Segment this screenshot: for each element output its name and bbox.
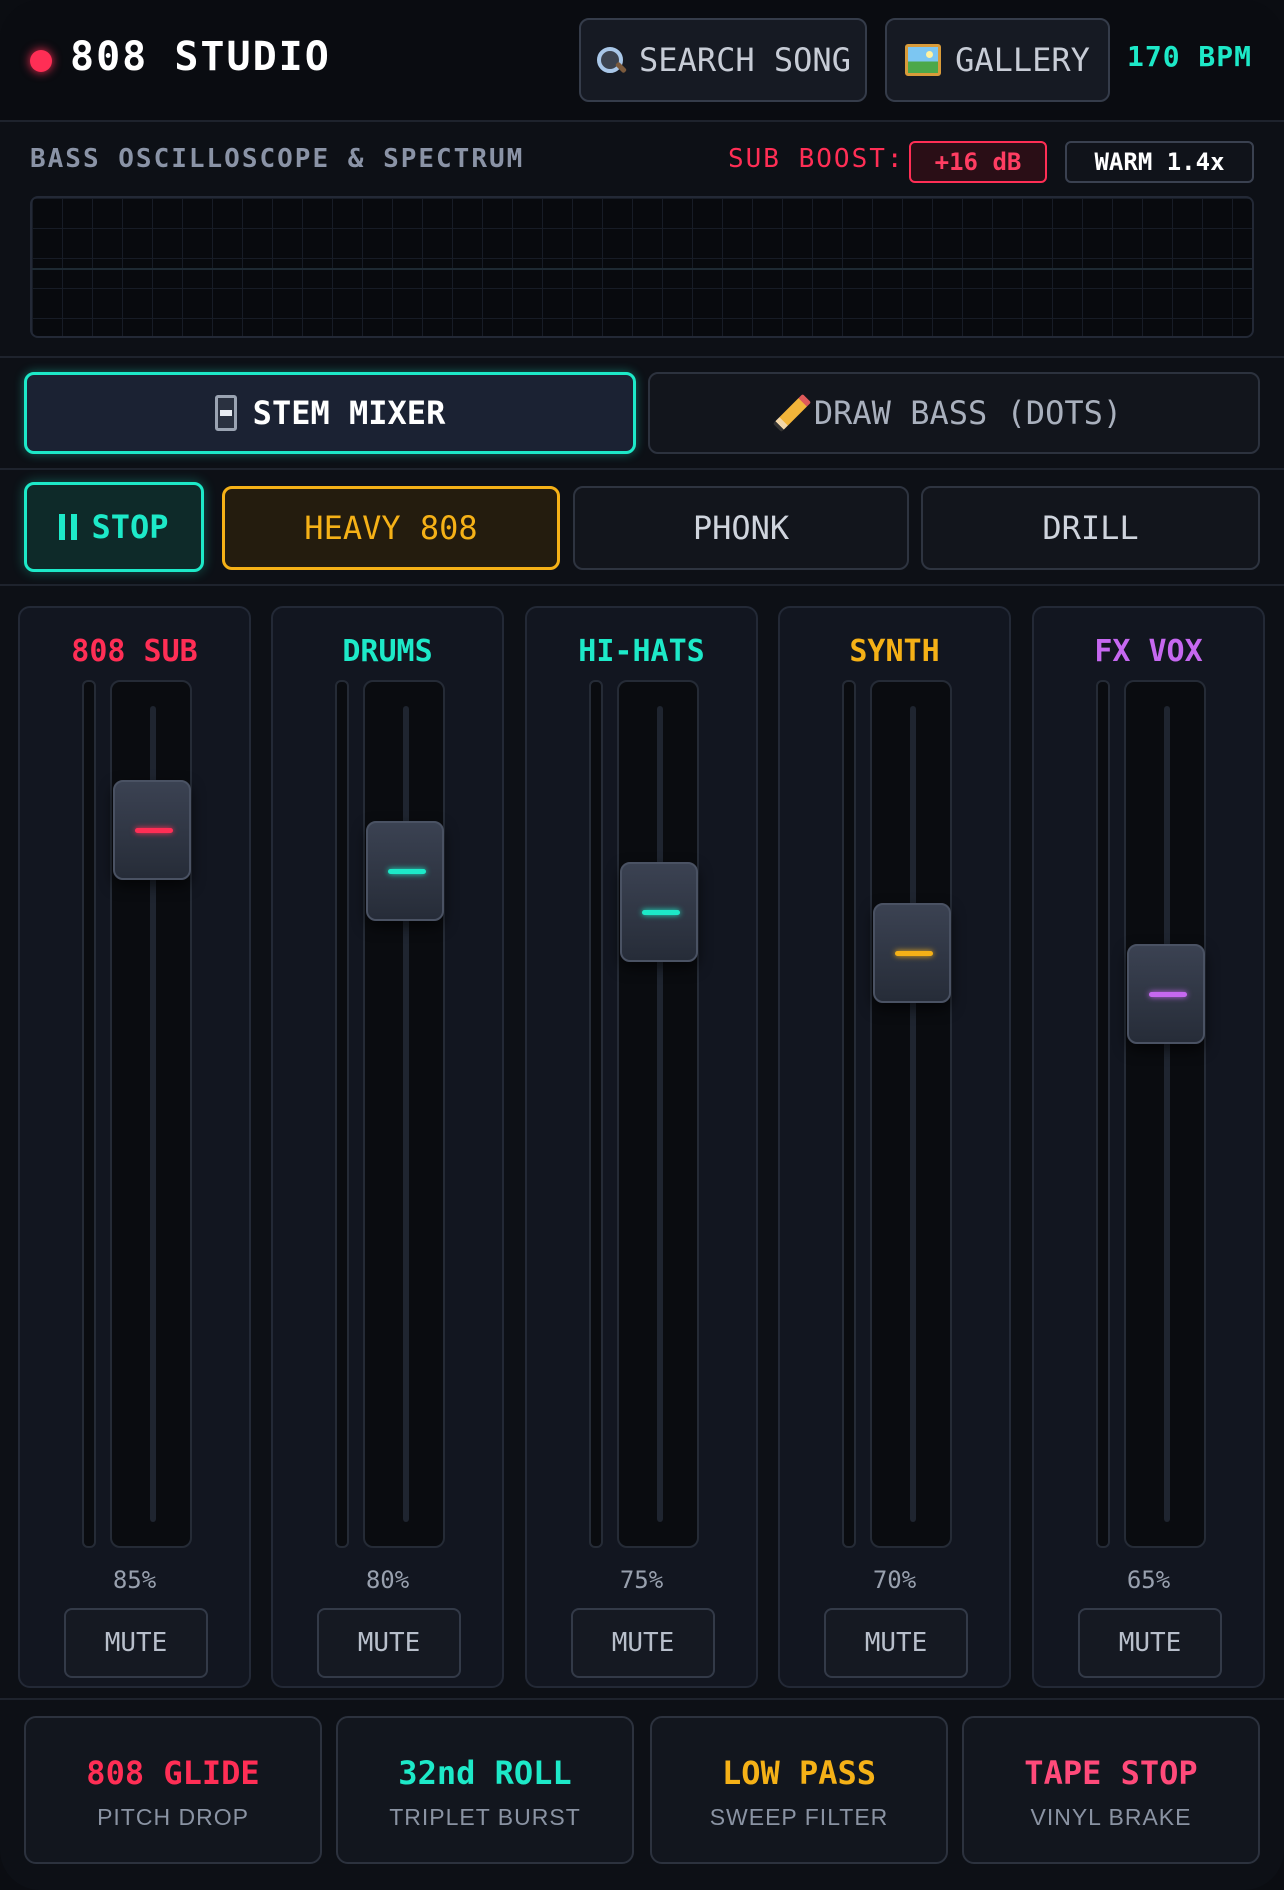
channel-strip: DRUMS 80% MUTE [271, 606, 504, 1688]
bpm-display: 170 BPM [1127, 40, 1253, 73]
fader-rail [910, 706, 916, 1522]
volume-fader-track[interactable] [110, 680, 192, 1548]
volume-fader-track[interactable] [363, 680, 445, 1548]
oscilloscope-label: BASS OSCILLOSCOPE & SPECTRUM [30, 144, 525, 174]
fx-pad[interactable]: 32nd ROLL TRIPLET BURST [336, 1716, 634, 1864]
magnifier-icon [595, 45, 625, 75]
fx-pad[interactable]: LOW PASS SWEEP FILTER [650, 1716, 948, 1864]
header: 808 STUDIO SEARCH SONG GALLERY 170 BPM [0, 0, 1284, 122]
tab-stem-mixer[interactable]: STEM MIXER [24, 372, 636, 454]
stop-button[interactable]: STOP [24, 482, 204, 572]
fx-pad[interactable]: TAPE STOP VINYL BRAKE [962, 1716, 1260, 1864]
fx-pad-title: LOW PASS [721, 1754, 877, 1792]
mute-button[interactable]: MUTE [317, 1608, 461, 1678]
fx-pad-subtitle: SWEEP FILTER [709, 1804, 889, 1830]
mute-button[interactable]: MUTE [824, 1608, 968, 1678]
volume-fader-track[interactable] [870, 680, 952, 1548]
volume-fader-knob[interactable] [620, 862, 698, 962]
channel-strip: SYNTH 70% MUTE [778, 606, 1011, 1688]
fader-rail [1164, 706, 1170, 1522]
preset-bar: STOP HEAVY 808 PHONK DRILL [0, 472, 1284, 586]
pencil-icon [772, 393, 811, 433]
channel-level-value: 75% [619, 1566, 664, 1594]
picture-icon [905, 44, 942, 76]
channel-strip: HI-HATS 75% MUTE [525, 606, 758, 1688]
volume-fader-knob[interactable] [113, 780, 191, 880]
search-song-button[interactable]: SEARCH SONG [579, 18, 867, 102]
fx-pad-subtitle: VINYL BRAKE [1030, 1804, 1192, 1830]
channel-level-value: 65% [1126, 1566, 1171, 1594]
fader-indicator [1149, 992, 1187, 997]
level-meter [335, 680, 349, 1548]
preset-phonk[interactable]: PHONK [573, 486, 909, 570]
volume-fader-knob[interactable] [873, 903, 951, 1003]
volume-fader-knob[interactable] [1127, 944, 1205, 1044]
oscilloscope-display [30, 196, 1254, 338]
stem-mixer-channels: 808 SUB 85% MUTE DRUMS 80% MUTE HI-HATS 75% MUTE… [0, 588, 1284, 1700]
preset-heavy-808[interactable]: HEAVY 808 [222, 486, 560, 570]
pause-icon [59, 514, 78, 540]
fx-pad[interactable]: 808 GLIDE PITCH DROP [24, 1716, 322, 1864]
volume-fader-knob[interactable] [366, 821, 444, 921]
level-meter [589, 680, 603, 1548]
fx-pad-subtitle: PITCH DROP [97, 1804, 249, 1830]
tab-draw-bass[interactable]: DRAW BASS (DOTS) [648, 372, 1260, 454]
oscilloscope-baseline [32, 268, 1252, 270]
level-meter [842, 680, 856, 1548]
level-meter [82, 680, 96, 1548]
mode-tabs: STEM MIXER DRAW BASS (DOTS) [0, 360, 1284, 470]
channel-name: 808 SUB [71, 634, 198, 669]
volume-fader-track[interactable] [617, 680, 699, 1548]
fx-pads: 808 GLIDE PITCH DROP 32nd ROLL TRIPLET BURS… [0, 1702, 1284, 1890]
fx-pad-title: 32nd ROLL [398, 1754, 572, 1792]
preset-drill[interactable]: DRILL [921, 486, 1260, 570]
fader-rail [657, 706, 663, 1522]
tab-draw-bass-label: DRAW BASS (DOTS) [813, 394, 1123, 432]
record-indicator-icon [30, 50, 52, 72]
channel-name: HI-HATS [578, 634, 705, 669]
app-title: 808 STUDIO [70, 34, 331, 80]
channel-name: FX VOX [1094, 634, 1203, 669]
warm-badge: WARM 1.4x [1065, 141, 1254, 183]
channel-level-value: 80% [365, 1566, 410, 1594]
app-window: 808 STUDIO SEARCH SONG GALLERY 170 BPM B… [0, 0, 1284, 1890]
volume-fader-track[interactable] [1124, 680, 1206, 1548]
channel-strip: 808 SUB 85% MUTE [18, 606, 251, 1688]
fader-icon [214, 395, 237, 431]
level-meter [1096, 680, 1110, 1548]
tab-stem-mixer-label: STEM MIXER [252, 394, 446, 432]
stop-label: STOP [91, 508, 169, 546]
fader-indicator [135, 828, 173, 833]
channel-name: SYNTH [849, 634, 940, 669]
fx-pad-title: 808 GLIDE [86, 1754, 260, 1792]
gallery-button[interactable]: GALLERY [885, 18, 1110, 102]
fader-indicator [642, 910, 680, 915]
sub-boost-label: SUB BOOST: [728, 144, 905, 174]
fader-indicator [895, 951, 933, 956]
mute-button[interactable]: MUTE [571, 1608, 715, 1678]
mute-button[interactable]: MUTE [1078, 1608, 1222, 1678]
channel-strip: FX VOX 65% MUTE [1032, 606, 1265, 1688]
channel-name: DRUMS [342, 634, 433, 669]
oscilloscope-panel: BASS OSCILLOSCOPE & SPECTRUM SUB BOOST: … [0, 124, 1284, 358]
channel-level-value: 70% [872, 1566, 917, 1594]
sub-boost-badge: +16 dB [909, 141, 1047, 183]
fx-pad-title: TAPE STOP [1024, 1754, 1198, 1792]
gallery-label: GALLERY [955, 41, 1090, 79]
channel-level-value: 85% [112, 1566, 157, 1594]
fader-indicator [388, 869, 426, 874]
search-song-label: SEARCH SONG [639, 41, 851, 79]
fx-pad-subtitle: TRIPLET BURST [389, 1804, 581, 1830]
mute-button[interactable]: MUTE [64, 1608, 208, 1678]
